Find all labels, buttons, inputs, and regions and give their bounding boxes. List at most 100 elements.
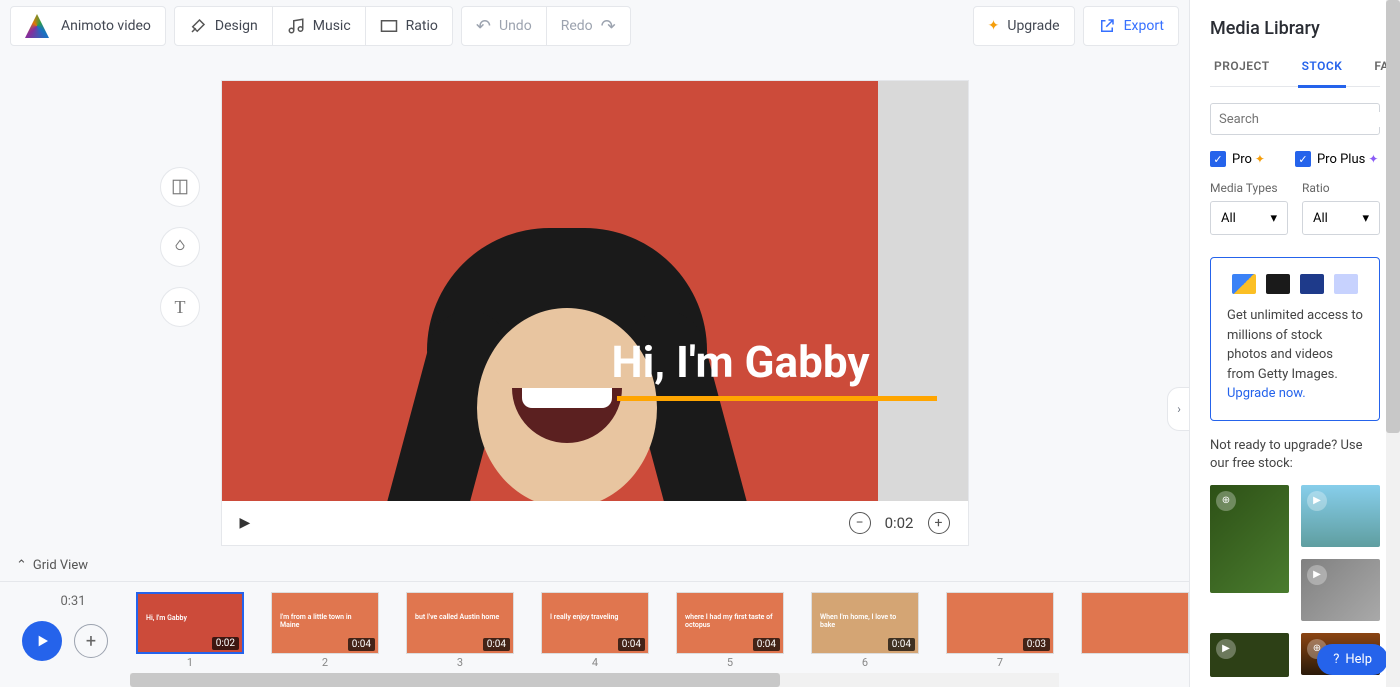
current-time: 0:02 bbox=[885, 514, 914, 532]
media-library-panel: Media Library PROJECT STOCK FAVORITES ✓ … bbox=[1189, 0, 1400, 687]
text-underline bbox=[617, 396, 937, 401]
ratio-select[interactable]: All ▾ bbox=[1302, 201, 1380, 235]
free-stock-text: Not ready to upgrade? Use our free stock… bbox=[1210, 437, 1380, 473]
history-group: ↶ Undo Redo ↷ bbox=[461, 6, 631, 46]
total-duration: 0:31 bbox=[60, 594, 85, 609]
sparkle-icon: ✦ bbox=[1368, 152, 1378, 166]
play-button[interactable] bbox=[22, 621, 62, 661]
clip-number: 3 bbox=[457, 656, 463, 669]
grid-view-toggle[interactable]: ⌃ Grid View bbox=[0, 550, 1189, 581]
pro-plus-label: Pro Plus bbox=[1317, 152, 1365, 167]
clip-thumb[interactable]: but I've called Austin home 0:04 bbox=[406, 592, 514, 654]
stock-item[interactable]: ▶ bbox=[1210, 633, 1289, 677]
logo-button[interactable]: Animoto video bbox=[10, 6, 166, 46]
color-tool[interactable] bbox=[160, 227, 200, 267]
tab-project[interactable]: PROJECT bbox=[1210, 59, 1274, 86]
side-tools: T bbox=[160, 167, 200, 327]
tab-stock[interactable]: STOCK bbox=[1298, 59, 1347, 88]
media-types-value: All bbox=[1221, 211, 1236, 226]
upgrade-label: Upgrade bbox=[1007, 18, 1059, 34]
add-clip-button[interactable]: + bbox=[74, 624, 108, 658]
stock-item[interactable]: ⊕ bbox=[1210, 485, 1289, 593]
play-icon: ▶ bbox=[1307, 565, 1327, 585]
ratio-filter-label: Ratio bbox=[1302, 181, 1380, 195]
media-types-select[interactable]: All ▾ bbox=[1210, 201, 1288, 235]
clip-number: 5 bbox=[727, 656, 733, 669]
clip-thumb[interactable]: 0:03 bbox=[946, 592, 1054, 654]
clip-duration: 0:03 bbox=[1023, 638, 1050, 651]
ratio-value: All bbox=[1313, 211, 1328, 226]
stock-item[interactable]: ▶ bbox=[1301, 559, 1380, 621]
play-small-button[interactable]: ▶ bbox=[240, 515, 251, 531]
promo-text: Get unlimited access to millions of stoc… bbox=[1227, 308, 1363, 382]
clip-duration: 0:04 bbox=[753, 638, 780, 651]
sparkle-icon: ✦ bbox=[988, 18, 1000, 34]
pro-plus-filter[interactable]: ✓ Pro Plus ✦ bbox=[1295, 151, 1378, 167]
redo-label: Redo bbox=[561, 18, 593, 34]
page-scrollbar[interactable] bbox=[1386, 0, 1400, 687]
search-wrap bbox=[1210, 103, 1380, 135]
music-icon bbox=[287, 17, 305, 35]
export-button[interactable]: Export bbox=[1083, 6, 1179, 46]
export-icon bbox=[1098, 17, 1116, 35]
clip-thumb[interactable]: where I had my first taste of octopus 0:… bbox=[676, 592, 784, 654]
animoto-logo-icon bbox=[25, 14, 49, 38]
clip-number: 6 bbox=[862, 656, 868, 669]
clip-number: 2 bbox=[322, 656, 328, 669]
music-button[interactable]: Music bbox=[273, 6, 366, 46]
search-input[interactable] bbox=[1219, 112, 1385, 127]
magnify-icon: ⊕ bbox=[1216, 491, 1236, 511]
promo-icons bbox=[1227, 274, 1363, 294]
play-icon: ▶ bbox=[1216, 639, 1236, 659]
clip-thumb[interactable]: Hi, I'm Gabby 0:02 bbox=[136, 592, 244, 654]
play-bar: ▶ − 0:02 + bbox=[222, 501, 968, 545]
pro-filter[interactable]: ✓ Pro ✦ bbox=[1210, 151, 1265, 167]
redo-button[interactable]: Redo ↷ bbox=[547, 6, 631, 46]
upgrade-button[interactable]: ✦ Upgrade bbox=[973, 6, 1075, 46]
upgrade-now-link[interactable]: Upgrade now. bbox=[1227, 386, 1306, 401]
film-icon bbox=[1300, 274, 1324, 294]
undo-button[interactable]: ↶ Undo bbox=[461, 6, 547, 46]
sparkle-icon: ✦ bbox=[1255, 152, 1265, 166]
undo-label: Undo bbox=[499, 18, 532, 34]
drop-icon bbox=[172, 238, 188, 256]
clip-thumb[interactable] bbox=[1081, 592, 1189, 654]
style-group: Design Music Ratio bbox=[174, 6, 453, 46]
pro-label: Pro bbox=[1232, 152, 1252, 167]
video-preview[interactable]: Hi, I'm Gabby bbox=[222, 81, 968, 501]
brush-icon bbox=[189, 17, 207, 35]
panel-tabs: PROJECT STOCK FAVORITES bbox=[1210, 59, 1380, 87]
media-types-label: Media Types bbox=[1210, 181, 1288, 195]
ratio-button[interactable]: Ratio bbox=[366, 6, 453, 46]
video-name: Animoto video bbox=[61, 18, 151, 34]
timeline-scrollbar[interactable] bbox=[130, 673, 1059, 687]
clip-duration: 0:04 bbox=[348, 638, 375, 651]
chevron-up-icon: ⌃ bbox=[16, 558, 27, 573]
clips-row: Hi, I'm Gabby 0:02 1 I'm from a little t… bbox=[130, 592, 1189, 669]
zoom-in-button[interactable]: + bbox=[928, 512, 950, 534]
clip-duration: 0:04 bbox=[483, 638, 510, 651]
zoom-out-button[interactable]: − bbox=[849, 512, 871, 534]
overlay-text[interactable]: Hi, I'm Gabby bbox=[612, 336, 870, 388]
clip-thumb[interactable]: When I'm home, I love to bake 0:04 bbox=[811, 592, 919, 654]
ratio-label: Ratio bbox=[406, 18, 438, 34]
stock-item[interactable]: ▶ bbox=[1301, 485, 1380, 547]
clip-thumb[interactable]: I really enjoy traveling 0:04 bbox=[541, 592, 649, 654]
panel-title: Media Library bbox=[1210, 18, 1380, 39]
undo-icon: ↶ bbox=[476, 16, 491, 37]
export-label: Export bbox=[1124, 18, 1164, 34]
clip-duration: 0:04 bbox=[618, 638, 645, 651]
clip-thumb[interactable]: I'm from a little town in Maine 0:04 bbox=[271, 592, 379, 654]
panel-collapse-button[interactable]: › bbox=[1167, 387, 1191, 431]
layout-tool[interactable] bbox=[160, 167, 200, 207]
promo-box: Get unlimited access to millions of stoc… bbox=[1210, 257, 1380, 421]
clip-duration: 0:04 bbox=[888, 638, 915, 651]
text-icon: T bbox=[175, 297, 186, 318]
design-label: Design bbox=[215, 18, 258, 34]
text-tool[interactable]: T bbox=[160, 287, 200, 327]
help-button[interactable]: ? Help bbox=[1317, 644, 1388, 675]
clip-duration: 0:02 bbox=[212, 637, 239, 650]
play-icon: ▶ bbox=[1307, 491, 1327, 511]
design-button[interactable]: Design bbox=[174, 6, 273, 46]
clip-number: 1 bbox=[187, 656, 193, 669]
